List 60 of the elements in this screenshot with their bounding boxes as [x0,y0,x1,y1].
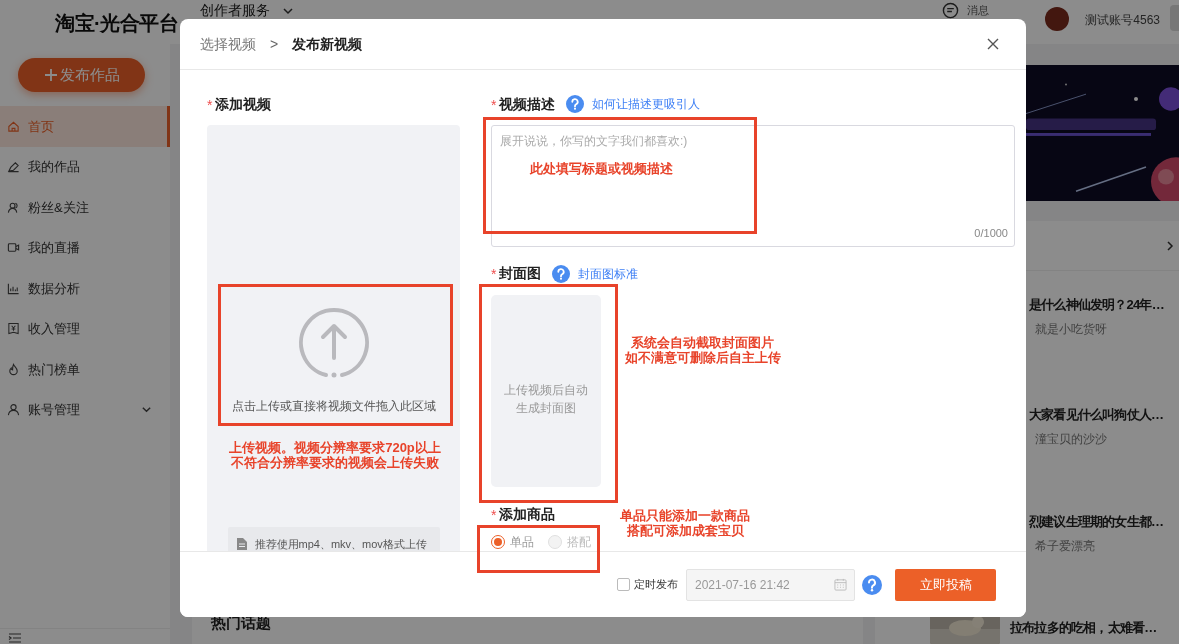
schedule-checkbox[interactable]: 定时发布 [617,576,678,593]
help-icon[interactable] [862,574,882,595]
breadcrumb-separator: > [270,34,279,54]
receipt-icon [7,322,20,336]
feed-title[interactable]: 烈建议生理期的女生都… [1029,512,1179,532]
bar-chart-icon [7,281,20,295]
help-link[interactable]: 如何让描述更吸引人 [592,95,701,113]
service-menu[interactable]: 创作者服务 [200,3,271,18]
chevron-right-icon[interactable] [1165,239,1175,252]
flame-icon [7,362,20,376]
collapse-menu-icon[interactable] [8,633,22,643]
radio-option[interactable]: 单品 [491,533,534,551]
cover-placeholder: 上传视频后自动 生成封面图 [504,381,588,417]
help-icon[interactable] [552,264,571,283]
messages-link[interactable]: 消息 [967,4,990,17]
plus-icon [43,68,58,82]
video-camera-icon [7,241,20,255]
account-name[interactable]: 测试账号4563 [1085,11,1160,29]
feed-author[interactable]: 就是小吃货呀 [1035,319,1179,338]
publish-button[interactable]: 发布作品 [18,58,145,92]
sidebar-item[interactable]: 粉丝&关注 [0,187,170,228]
required-mark: * [491,95,497,115]
breadcrumb-item[interactable]: 选择视频 [200,33,256,55]
required-mark: * [207,95,213,115]
logo[interactable]: 淘宝·光合平台 [55,8,179,38]
annotation-text: 上传视频。视频分辨率要求720p以上 不符合分辨率要求的视频会上传失败 [228,440,442,470]
sidebar-item[interactable]: 热门榜单 [0,349,170,390]
help-icon[interactable] [566,95,585,113]
avatar[interactable] [1045,7,1070,31]
message-icon[interactable] [942,2,960,19]
upload-hint: 点击上传或直接将视频文件拖入此区域 [231,398,436,415]
required-mark: * [491,265,497,285]
format-hint: 推荐使用mp4、mkv、mov格式上传 [254,537,427,551]
feed-author[interactable]: 希子爱漂亮 [1035,536,1179,555]
annotation-text: 系统会自动截取封面图片 如不满意可删除后自主上传 [623,335,782,365]
sidebar-item[interactable]: 收入管理 [0,308,170,349]
home-icon [7,119,20,133]
sidebar-item[interactable]: 账号管理 [0,389,170,430]
field-label: 添加商品 [499,504,556,524]
annotation-text: 单品只能添加一款商品 搭配可添加成套宝贝 [619,508,751,538]
annotation-text: 此处填写标题或视频描述 [528,161,674,176]
people-icon [7,200,20,214]
help-link[interactable]: 封面图标准 [578,264,639,283]
field-label: 视频描述 [499,94,556,114]
close-button[interactable] [986,37,1000,51]
character-counter: 0/1000 [974,226,1008,242]
pen-icon [7,160,20,174]
breadcrumb-item[interactable]: 发布新视频 [292,33,363,55]
cover-upload-area[interactable]: 上传视频后自动 生成封面图 [491,294,601,487]
feed-title[interactable]: 是什么神仙发明？24年… [1029,295,1179,315]
sidebar-item[interactable]: 我的直播 [0,227,170,268]
user-icon [7,403,20,417]
submit-button[interactable]: 立即投稿 [895,568,996,601]
sidebar-item[interactable]: 数据分析 [0,268,170,309]
field-label: 封面图 [499,264,542,284]
field-label: 添加视频 [215,94,272,114]
required-mark: * [491,505,497,525]
feed-title[interactable]: 大家看见什么叫狗仗人… [1029,405,1179,425]
feed-title[interactable]: 拉布拉多的吃相，太难看… [1010,618,1157,638]
feed-author[interactable]: 潼宝贝的沙沙 [1035,429,1179,448]
